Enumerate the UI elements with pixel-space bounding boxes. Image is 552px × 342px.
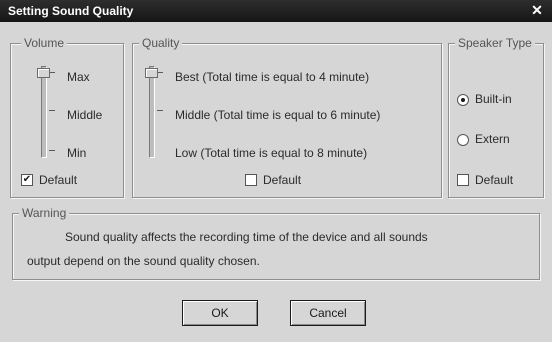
speaker-builtin-label: Built-in bbox=[475, 92, 512, 106]
speaker-extern-label: Extern bbox=[475, 132, 510, 146]
radio-dot-icon bbox=[461, 98, 465, 102]
volume-legend: Volume bbox=[21, 36, 68, 50]
warning-group: Warning Sound quality affects the record… bbox=[12, 206, 540, 280]
quality-best-label: Best (Total time is equal to 4 minute) bbox=[175, 70, 370, 84]
volume-slider-thumb[interactable] bbox=[37, 68, 50, 78]
quality-legend: Quality bbox=[139, 36, 183, 50]
ok-button[interactable]: OK bbox=[182, 300, 258, 326]
quality-low-label: Low (Total time is equal to 8 minute) bbox=[175, 146, 368, 160]
close-icon[interactable]: ✕ bbox=[530, 2, 544, 19]
volume-slider[interactable] bbox=[35, 66, 55, 158]
volume-group: Volume Max Middle Min ✔ Default bbox=[10, 36, 124, 198]
volume-default-checkbox[interactable]: ✔ bbox=[21, 174, 33, 186]
volume-default-label: Default bbox=[39, 173, 78, 187]
title-bar: Setting Sound Quality ✕ bbox=[0, 0, 552, 22]
warning-text-line1: Sound quality affects the recording time… bbox=[65, 230, 428, 244]
speaker-type-legend: Speaker Type bbox=[455, 36, 535, 50]
quality-group: Quality Best (Total time is equal to 4 m… bbox=[132, 36, 442, 198]
volume-min-label: Min bbox=[67, 146, 87, 160]
volume-tick-middle bbox=[49, 110, 55, 111]
window-title: Setting Sound Quality bbox=[8, 4, 134, 18]
volume-slider-track bbox=[41, 66, 47, 158]
volume-tick-min bbox=[49, 150, 55, 151]
speaker-builtin-radio[interactable] bbox=[457, 94, 469, 106]
speaker-default-checkbox[interactable] bbox=[457, 174, 469, 186]
quality-default-label: Default bbox=[263, 173, 302, 187]
volume-max-label: Max bbox=[67, 70, 90, 84]
quality-slider-track bbox=[149, 66, 155, 158]
speaker-default-label: Default bbox=[475, 173, 514, 187]
speaker-type-group: Speaker Type Built-in Extern Default bbox=[448, 36, 544, 198]
volume-middle-label: Middle bbox=[67, 108, 103, 122]
quality-slider-thumb[interactable] bbox=[145, 68, 158, 78]
warning-legend: Warning bbox=[19, 206, 70, 220]
quality-tick-middle bbox=[157, 110, 163, 111]
quality-middle-label: Middle (Total time is equal to 6 minute) bbox=[175, 108, 381, 122]
quality-slider[interactable] bbox=[143, 66, 163, 158]
speaker-extern-radio[interactable] bbox=[457, 134, 469, 146]
quality-default-checkbox[interactable] bbox=[245, 174, 257, 186]
warning-text-line2: output depend on the sound quality chose… bbox=[27, 254, 260, 268]
cancel-button[interactable]: Cancel bbox=[290, 300, 366, 326]
